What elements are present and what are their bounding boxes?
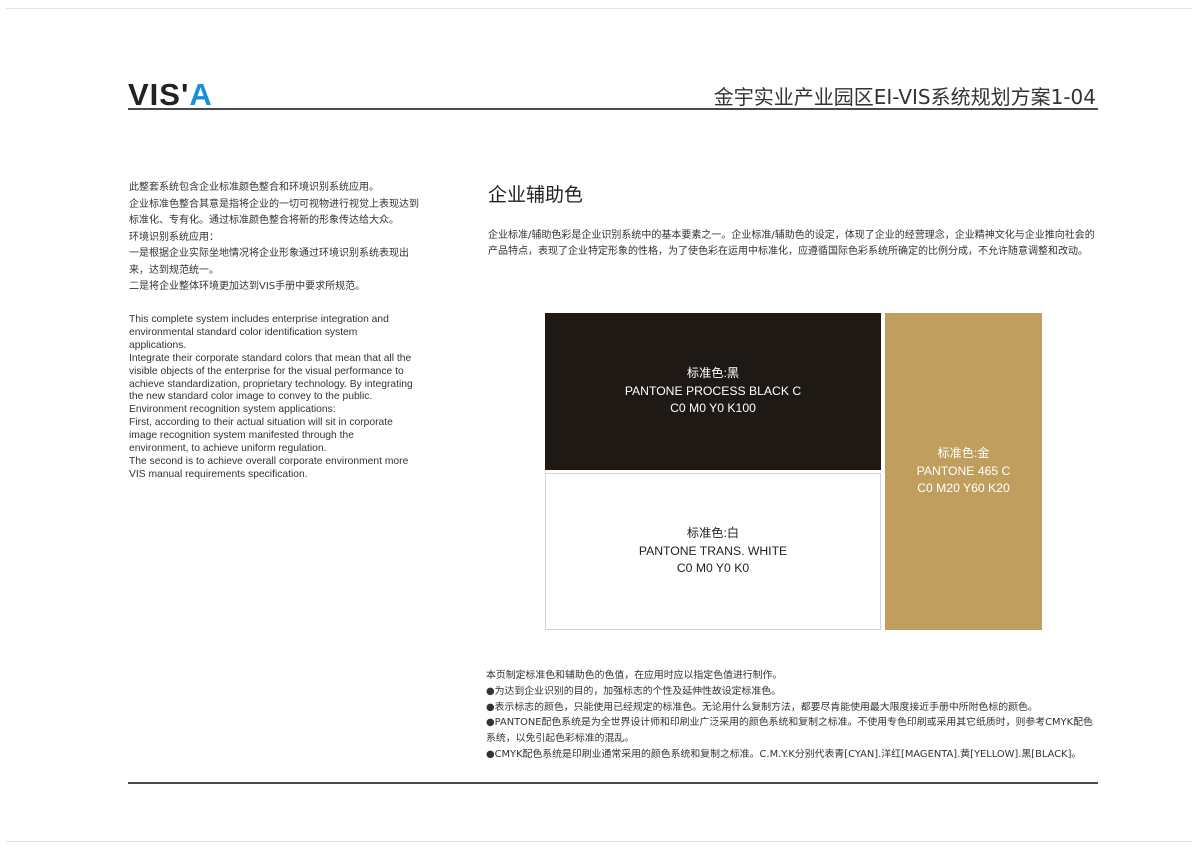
intro-cn-line: 环境识别系统应用：	[129, 231, 219, 243]
note-line: ●为达到企业识别的目的，加强标志的个性及延伸性故设定标准色。	[486, 685, 781, 697]
color-swatch-white: 标准色:白 PANTONE TRANS. WHITE C0 M0 Y0 K0	[545, 473, 881, 630]
swatch-label: 标准色:金	[937, 446, 990, 461]
intro-cn-line: 标准化、专有化。通过标准颜色整合将新的形象传达给大众。	[129, 215, 399, 226]
intro-cn-line: 来，达到规范统一。	[129, 264, 219, 276]
intro-cn-line: 一是根据企业实际坐地情况将企业形象通过环境识别系统表现出	[129, 248, 409, 259]
note-line: 本页制定标准色和辅助色的色值，在应用时应以指定色值进行制作。	[486, 670, 783, 681]
intro-en-line: Integrate their corporate standard color…	[129, 352, 412, 364]
intro-chinese: 此整套系统包含企业标准颜色整合和环境识别系统应用。 企业标准色整合其意是指将企业…	[129, 180, 419, 296]
intro-cn-line: 此整套系统包含企业标准颜色整合和环境识别系统应用。	[129, 182, 379, 193]
intro-en-line: the new standard color image to convey t…	[129, 391, 373, 403]
vis-logo: VIS'A	[128, 77, 213, 112]
intro-en-line: This complete system includes enterprise…	[129, 314, 389, 325]
document-title: 金宇实业产业园区EI-VIS系统规划方案1-04	[713, 85, 1096, 109]
swatch-pantone: PANTONE TRANS. WHITE	[638, 543, 788, 558]
swatch-pantone: PANTONE 465 C	[916, 463, 1011, 478]
intro-en-line: VIS manual requirements specification.	[129, 468, 308, 480]
intro-english: This complete system includes enterprise…	[129, 314, 419, 482]
swatch-cmyk: C0 M0 Y0 K100	[670, 401, 756, 416]
swatch-cmyk: C0 M20 Y60 K20	[917, 481, 1010, 496]
intro-en-line: Environment recognition system applicati…	[129, 404, 336, 416]
intro-en-line: achieve standardization, proprietary tec…	[129, 378, 413, 390]
logo-accent-letter: A	[189, 77, 213, 112]
intro-en-line: environment, to achieve uniform regulati…	[129, 443, 327, 455]
note-line: ●表示标志的颜色，只能使用已经规定的标准色。无论用什么复制方法，都要尽肯能使用最…	[486, 701, 1038, 713]
intro-en-line: environmental standard color identificat…	[129, 326, 358, 338]
swatch-pantone: PANTONE PROCESS BLACK C	[624, 383, 802, 398]
usage-notes: 本页制定标准色和辅助色的色值，在应用时应以指定色值进行制作。 ●为达到企业识别的…	[486, 668, 1101, 763]
header-divider	[128, 108, 1098, 110]
section-description: 企业标准/辅助色彩是企业识别系统中的基本要素之一。企业标准/辅助色的设定，体现了…	[488, 230, 1095, 257]
swatch-label: 标准色:黑	[686, 366, 740, 381]
note-line: ●PANTONE配色系统是为全世界设计师和印刷业广泛采用的颜色系统和复制之标准。…	[486, 717, 1093, 745]
intro-cn-line: 企业标准色整合其意是指将企业的一切可视物进行视觉上表现达到	[129, 198, 419, 210]
note-line: ●CMYK配色系统是印刷业通常采用的颜色系统和复制之标准。C.M.Y.K分别代表…	[486, 748, 1082, 760]
section-title: 企业辅助色	[488, 184, 584, 206]
intro-en-line: visible objects of the enterprise for th…	[129, 365, 404, 377]
intro-en-line: applications.	[129, 339, 187, 351]
intro-en-line: image recognition system manifested thro…	[129, 430, 354, 442]
intro-en-line: The second is to achieve overall corpora…	[129, 455, 409, 467]
color-swatch-gold: 标准色:金 PANTONE 465 C C0 M20 Y60 K20	[885, 313, 1042, 630]
swatch-cmyk: C0 M0 Y0 K0	[676, 561, 750, 576]
footer-divider	[128, 782, 1098, 784]
swatch-label: 标准色:白	[686, 526, 740, 541]
logo-text: VIS'	[128, 77, 190, 112]
intro-en-line: First, according to their actual situati…	[129, 417, 393, 429]
intro-cn-line: 二是将企业整体环境更加达到VIS手册中要求所规范。	[129, 281, 366, 292]
color-swatch-black: 标准色:黑 PANTONE PROCESS BLACK C C0 M0 Y0 K…	[545, 313, 881, 470]
